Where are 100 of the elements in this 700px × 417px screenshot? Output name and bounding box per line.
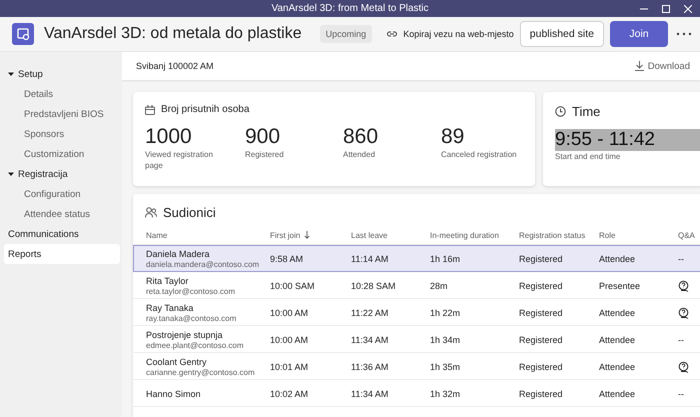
- table-cell-text: 11:22 AM: [351, 308, 390, 318]
- table-cell-text: 1h 34m: [430, 334, 462, 344]
- sort-down-icon: [304, 231, 310, 239]
- table-cell-text: 10:28 SAM: [351, 280, 397, 290]
- join-button[interactable]: Join: [610, 21, 668, 47]
- participant-name: Daniela Madera: [146, 248, 211, 258]
- copy-link-button[interactable]: Kopiraj vezu na web-mjesto: [387, 29, 514, 39]
- time-range: 9:55 - 11:42: [555, 129, 700, 151]
- participant-name: Postrojenje stupnja: [146, 330, 224, 340]
- sidebar-item[interactable]: Communications: [4, 224, 120, 244]
- table-row[interactable]: Coolant Gentry carianne.gentry@contoso.com 10:01 AM 11:36 AM 1h 35m Registered Attendee: [133, 353, 700, 380]
- sidebar-item[interactable]: Customization: [4, 144, 120, 164]
- table-cell-text: --: [678, 254, 685, 264]
- event-title: VanArsdel 3D: od metala do plastike: [44, 25, 302, 43]
- stat-label: Canceled registration: [441, 149, 518, 160]
- table-cell-text: 10:01 AM: [270, 362, 310, 372]
- column-header[interactable]: Name: [146, 230, 270, 240]
- table-row[interactable]: Ray Tanaka ray.tanaka@contoso.com 10:00 AM 11:22 AM 1h 22m Registered Attendee: [133, 299, 700, 326]
- question-bubble-icon: [678, 280, 690, 292]
- table-cell-text: Attendee: [599, 388, 636, 398]
- question-bubble-icon: [678, 306, 690, 318]
- table-cell-text: 1h 32m: [430, 388, 462, 398]
- participant-email: daniela.mandera@contoso.com: [146, 260, 260, 268]
- sidebar-item[interactable]: Reports: [4, 244, 120, 264]
- column-header[interactable]: Role: [599, 230, 678, 240]
- table-cell-text: 10:00 AM: [270, 334, 310, 344]
- table-cell-text: 10:00 AM: [270, 308, 310, 318]
- sidebar-item[interactable]: Configuration: [4, 184, 120, 204]
- participant-name: Hanno Simon: [146, 388, 202, 398]
- sidebar-item[interactable]: Attendee status: [4, 204, 120, 224]
- table-cell-text: 10:02 AM: [270, 388, 310, 398]
- stat-label: Registered: [245, 149, 285, 160]
- table-cell-text: Attendee: [599, 362, 636, 372]
- table-row[interactable]: Hanno Simon 10:02 AM 11:34 AM 1h 32m Registered Attendee --: [133, 380, 700, 407]
- table-cell-text: 1h 22m: [430, 308, 462, 318]
- participant-email: ray.tanaka@contoso.com: [146, 314, 238, 322]
- event-icon: [12, 23, 34, 45]
- question-bubble-icon: [678, 360, 690, 372]
- table-cell-text: Registered: [519, 254, 564, 264]
- column-header[interactable]: First join: [270, 230, 351, 240]
- table-cell-text: 11:34 AM: [351, 334, 390, 344]
- participant-email: carianne.gentry@contoso.com: [146, 368, 256, 376]
- table-cell-text: Attendee: [599, 334, 636, 344]
- maximize-icon: [662, 4, 670, 12]
- table-cell-text: --: [678, 388, 685, 398]
- column-header[interactable]: Q&A: [678, 230, 700, 240]
- column-header[interactable]: In-meeting duration: [430, 230, 519, 240]
- sidebar-item[interactable]: Predstavljeni BIOS: [4, 104, 120, 124]
- table-cell-text: 11:34 AM: [351, 388, 390, 398]
- participant-email: edmee.plant@contoso.com: [146, 340, 245, 350]
- participant-email: reta.taylor@contoso.com: [146, 286, 236, 296]
- table-cell-text: Registered: [519, 362, 564, 372]
- participant-name: Coolant Gentry: [146, 356, 208, 366]
- stat-label: Attended: [343, 149, 376, 160]
- participant-name: Rita Taylor: [146, 276, 190, 286]
- table-cell-text: Registered: [519, 388, 564, 398]
- card-title: Broj prisutnih osoba: [161, 104, 250, 115]
- table-cell-text: 28m: [430, 280, 449, 290]
- table-cell-text: Attendee: [599, 308, 636, 318]
- table-cell-text: 1h 35m: [430, 362, 462, 372]
- link-icon: [387, 31, 398, 37]
- clock-icon: [555, 106, 566, 117]
- table-cell-text: 11:14 AM: [351, 254, 390, 264]
- window-title: VanArsdel 3D: from Metal to Plastic: [271, 3, 429, 14]
- time-label: Start and end time: [555, 152, 622, 161]
- participant-name: Ray Tanaka: [146, 302, 194, 312]
- column-header[interactable]: Registration status: [519, 230, 599, 240]
- card-title: Time: [572, 104, 600, 119]
- table-cell-text: Attendee: [599, 254, 636, 264]
- view-site-button[interactable]: published site: [520, 21, 604, 47]
- status-badge: Upcoming: [320, 25, 372, 43]
- table-cell-text: Presentee: [599, 280, 642, 290]
- stat-value: 89: [441, 125, 466, 149]
- card-title: Sudionici: [163, 204, 216, 220]
- table-cell-text: Registered: [519, 308, 564, 318]
- caret-icon: [8, 171, 14, 177]
- sidebar-item[interactable]: Registracija: [4, 164, 120, 184]
- table-cell-text: Registered: [519, 280, 564, 290]
- stat-value: 1000: [145, 125, 193, 149]
- table-cell-text: 11:36 AM: [351, 362, 390, 372]
- download-button[interactable]: Download: [634, 60, 690, 72]
- people-icon: [145, 206, 157, 218]
- sidebar-item[interactable]: Details: [4, 84, 120, 104]
- more-icon[interactable]: [676, 31, 692, 37]
- table-row[interactable]: Daniela Madera daniela.mandera@contoso.com 9:58 AM 11:14 AM 1h 16m Registered Attendee --: [133, 245, 700, 272]
- table-cell-text: --: [678, 334, 685, 344]
- table-row[interactable]: Rita Taylor reta.taylor@contoso.com 10:00 SAM 10:28 SAM 28m Registered Presentee: [133, 272, 700, 299]
- table-row[interactable]: Postrojenje stupnja edmee.plant@contoso.com 10:00 AM 11:34 AM 1h 34m Registered Attendee --: [133, 326, 700, 353]
- sidebar-item[interactable]: Sponsors: [4, 124, 120, 144]
- table-cell-text: 10:00 SAM: [270, 280, 316, 290]
- download-icon: [634, 61, 644, 71]
- stat-value: 860: [343, 125, 380, 149]
- column-header[interactable]: Last leave: [351, 230, 430, 240]
- table-cell-text: 1h 16m: [430, 254, 462, 264]
- report-date: Svibanj 100002 AM: [136, 61, 214, 71]
- table-cell-text: 9:58 AM: [270, 254, 304, 264]
- stat-label: Viewed registration page: [145, 149, 214, 171]
- sidebar-item[interactable]: Setup: [4, 64, 120, 84]
- calendar-icon: [145, 104, 155, 114]
- close-icon: [684, 4, 692, 12]
